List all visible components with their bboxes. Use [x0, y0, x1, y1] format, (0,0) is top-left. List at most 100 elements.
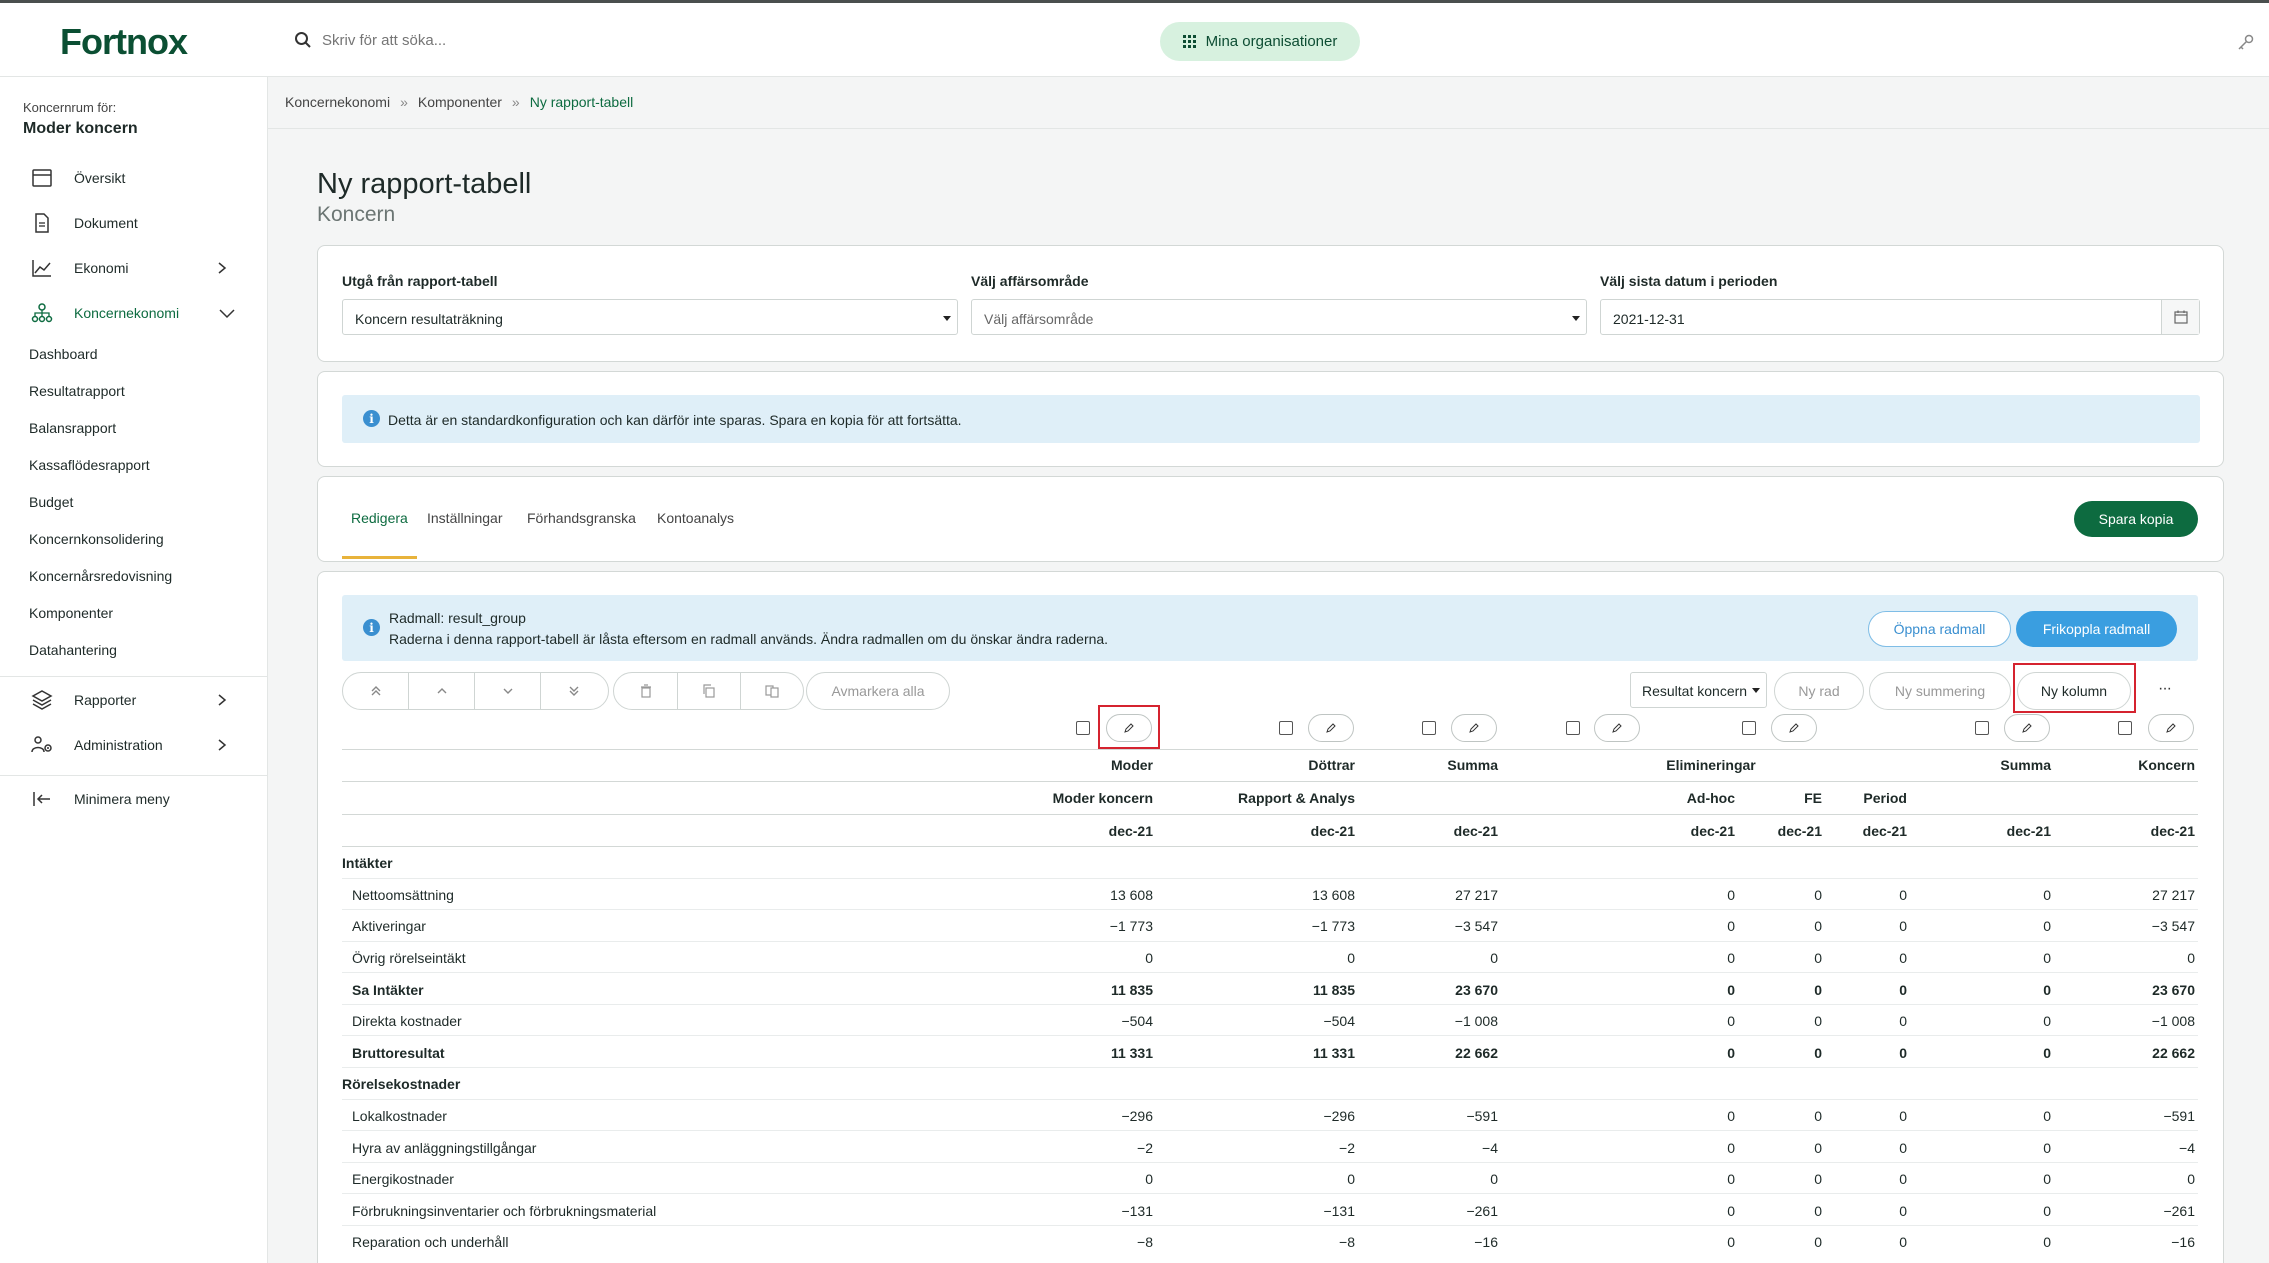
search-input[interactable]	[322, 25, 822, 55]
table-cell: −8	[1137, 1234, 1153, 1250]
collapse-left-icon	[33, 791, 50, 806]
layers-icon	[31, 689, 53, 710]
more-options-icon[interactable]: ···	[2158, 680, 2172, 698]
info-icon: i	[363, 410, 380, 427]
edit-column-button[interactable]	[1451, 714, 1497, 742]
sidebar-subitem-resultatrapport[interactable]: Resultatrapport	[29, 383, 125, 399]
result-template-select[interactable]: Resultat koncern	[1630, 672, 1767, 708]
table-cell: 11 331	[1312, 1045, 1355, 1061]
detach-row-template-button[interactable]: Frikoppla radmall	[2016, 611, 2177, 647]
table-cell: 0	[1899, 1171, 1907, 1187]
breadcrumb-item[interactable]: Koncernekonomi	[285, 94, 390, 110]
calendar-icon	[2173, 310, 2188, 324]
edit-column-button[interactable]	[2004, 714, 2050, 742]
new-summary-button[interactable]: Ny summering	[1869, 672, 2011, 710]
table-cell: −1 008	[1454, 1013, 1498, 1029]
period-end-date-value: 2021-12-31	[1613, 311, 1685, 327]
period-header: dec-21	[2006, 823, 2051, 839]
sidebar-subitem-balansrapport[interactable]: Balansrapport	[29, 420, 116, 436]
calendar-icon	[32, 168, 52, 187]
report-table-select[interactable]: Koncern resultaträkning	[342, 299, 958, 335]
table-cell: 23 670	[2152, 982, 2195, 998]
column-checkbox[interactable]	[1279, 721, 1293, 735]
move-to-top-button[interactable]	[343, 673, 409, 709]
breadcrumb-separator-icon: »	[511, 94, 520, 110]
column-checkbox[interactable]	[1742, 721, 1756, 735]
pencil-icon	[1612, 723, 1622, 733]
column-checkbox[interactable]	[1975, 721, 1989, 735]
my-organizations-button[interactable]: Mina organisationer	[1160, 22, 1360, 61]
row-label: Hyra av anläggningstillgångar	[352, 1140, 537, 1156]
key-icon[interactable]	[2237, 33, 2255, 51]
deselect-all-button[interactable]: Avmarkera alla	[806, 672, 950, 710]
tab-installningar[interactable]: Inställningar	[427, 510, 503, 526]
result-template-value: Resultat koncern	[1642, 683, 1748, 699]
page-title: Ny rapport-tabell	[317, 168, 532, 200]
sidebar-subitem-koncernarsredovisning[interactable]: Koncernårsredovisning	[29, 568, 172, 584]
table-cell: 0	[1727, 1140, 1735, 1156]
table-cell: 0	[2043, 950, 2051, 966]
column-checkbox[interactable]	[2118, 721, 2132, 735]
table-cell: −591	[1466, 1108, 1498, 1124]
sidebar-item-administration[interactable]: Administration	[0, 722, 268, 767]
sidebar-item-koncernekonomi[interactable]: Koncernekonomi	[0, 290, 268, 335]
sidebar-subitem-kassaflodesrapport[interactable]: Kassaflödesrapport	[29, 457, 150, 473]
edit-column-button[interactable]	[2148, 714, 2194, 742]
sidebar-subitem-budget[interactable]: Budget	[29, 494, 73, 510]
pencil-icon	[2166, 723, 2176, 733]
sidebar-subitem-dashboard[interactable]: Dashboard	[29, 346, 98, 362]
org-name: Moder koncern	[23, 120, 138, 137]
chevron-down-icon	[503, 688, 512, 694]
table-cell: −3 547	[2151, 918, 2195, 934]
tab-kontoanalys[interactable]: Kontoanalys	[657, 510, 734, 526]
edit-column-button[interactable]	[1308, 714, 1354, 742]
column-checkbox[interactable]	[1566, 721, 1580, 735]
table-cell: 0	[1727, 1234, 1735, 1250]
table-cell: 0	[1899, 950, 1907, 966]
breadcrumb-item[interactable]: Komponenter	[418, 94, 502, 110]
column-header: Moder	[1111, 757, 1153, 773]
sidebar-item-rapporter[interactable]: Rapporter	[0, 677, 268, 722]
period-header: dec-21	[1862, 823, 1907, 839]
duplicate-button[interactable]	[741, 673, 803, 709]
new-row-button[interactable]: Ny rad	[1774, 672, 1864, 710]
tab-forhandsgranska[interactable]: Förhandsgranska	[527, 510, 636, 526]
sidebar-subitem-datahantering[interactable]: Datahantering	[29, 642, 117, 658]
copy-button[interactable]	[678, 673, 741, 709]
move-up-button[interactable]	[409, 673, 475, 709]
edit-column-button[interactable]	[1771, 714, 1817, 742]
save-copy-button[interactable]: Spara kopia	[2074, 501, 2198, 537]
row-label: Reparation och underhåll	[352, 1234, 509, 1250]
row-label: Lokalkostnader	[352, 1108, 447, 1124]
table-cell: −16	[2171, 1234, 2195, 1250]
table-divider	[342, 814, 2198, 815]
tab-redigera[interactable]: Redigera	[351, 510, 408, 526]
move-to-bottom-button[interactable]	[541, 673, 607, 709]
calendar-button[interactable]	[2161, 300, 2199, 334]
column-checkbox[interactable]	[1076, 721, 1090, 735]
minimize-menu-button[interactable]: Minimera meny	[0, 776, 268, 821]
table-cell: 27 217	[2152, 887, 2195, 903]
chevron-right-icon	[218, 738, 227, 751]
open-row-template-button[interactable]: Öppna radmall	[1868, 611, 2011, 647]
sidebar-subitem-koncernkonsolidering[interactable]: Koncernkonsolidering	[29, 531, 164, 547]
table-cell: 0	[1814, 1203, 1822, 1219]
sidebar-item-oversikt[interactable]: Översikt	[0, 155, 268, 200]
table-cell: 0	[1727, 887, 1735, 903]
fortnox-logo[interactable]: Fortnox	[60, 21, 188, 63]
period-end-date-input[interactable]: 2021-12-31	[1600, 299, 2200, 335]
sidebar-item-ekonomi[interactable]: Ekonomi	[0, 245, 268, 290]
delete-button[interactable]	[614, 673, 678, 709]
table-cell: 0	[1490, 1171, 1498, 1187]
double-chevron-down-icon	[569, 686, 579, 696]
sidebar-subitem-komponenter[interactable]: Komponenter	[29, 605, 113, 621]
sidebar-item-dokument[interactable]: Dokument	[0, 200, 268, 245]
edit-column-button[interactable]	[1594, 714, 1640, 742]
period-header: dec-21	[1108, 823, 1153, 839]
business-area-select[interactable]: Välj affärsområde	[971, 299, 1587, 335]
column-checkbox[interactable]	[1422, 721, 1436, 735]
chevron-up-icon	[437, 688, 446, 694]
row-template-title: Radmall: result_group	[389, 610, 526, 626]
move-down-button[interactable]	[475, 673, 541, 709]
pencil-icon	[1326, 723, 1336, 733]
